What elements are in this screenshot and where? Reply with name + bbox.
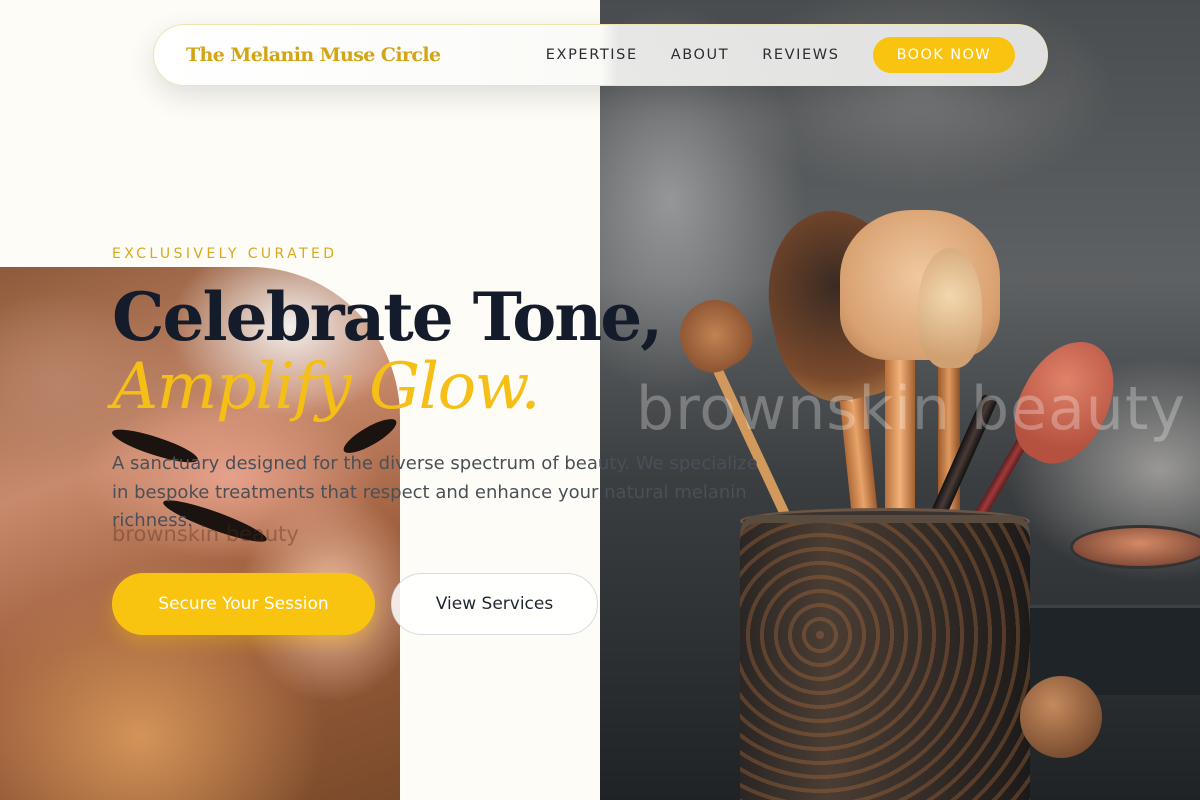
view-services-button[interactable]: View Services bbox=[391, 573, 598, 635]
hero-eyebrow: EXCLUSIVELY CURATED bbox=[112, 246, 338, 262]
blush-compact bbox=[1070, 525, 1200, 569]
brush-cup bbox=[740, 515, 1030, 800]
image-watermark-right: brownskin beauty bbox=[636, 374, 1186, 444]
hero-headline-line1: Celebrate Tone, bbox=[112, 278, 663, 356]
secure-session-button[interactable]: Secure Your Session bbox=[112, 573, 375, 635]
nav-link-about[interactable]: ABOUT bbox=[671, 47, 730, 63]
brand-logo[interactable]: The Melanin Muse Circle bbox=[186, 44, 441, 66]
nav-link-reviews[interactable]: REVIEWS bbox=[762, 47, 839, 63]
book-now-button[interactable]: BOOK NOW bbox=[872, 37, 1015, 73]
nav-link-expertise[interactable]: EXPERTISE bbox=[546, 47, 638, 63]
powder-puff bbox=[1020, 676, 1102, 758]
nav-links: EXPERTISE ABOUT REVIEWS BOOK NOW bbox=[546, 37, 1015, 73]
hero-description: A sanctuary designed for the diverse spe… bbox=[112, 453, 758, 531]
top-navbar: The Melanin Muse Circle EXPERTISE ABOUT … bbox=[153, 24, 1048, 86]
hero-headline-line2: Amplify Glow. bbox=[112, 350, 541, 424]
